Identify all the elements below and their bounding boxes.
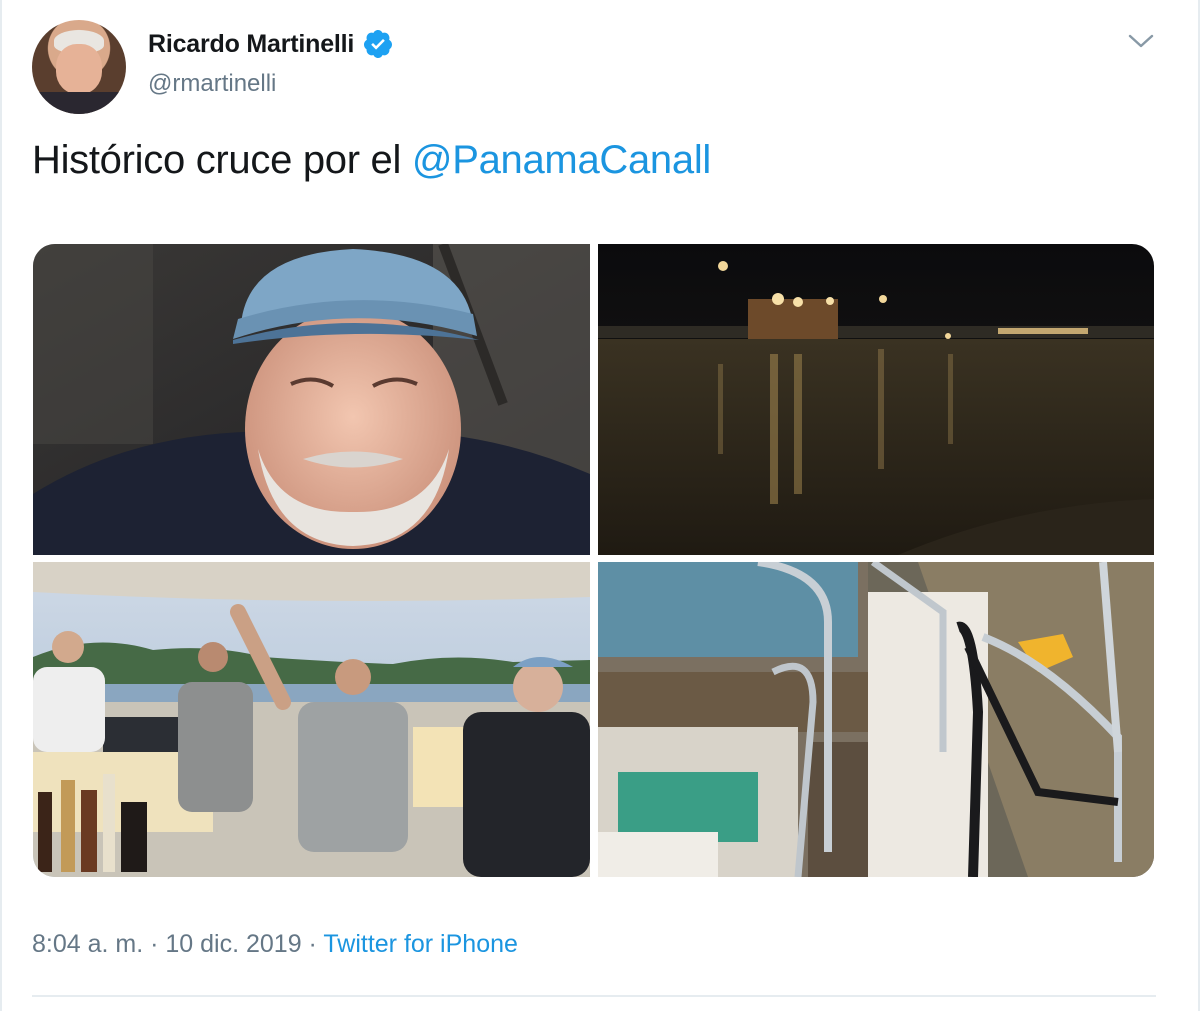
meta-separator: · xyxy=(301,930,324,958)
selfie-photo[interactable] xyxy=(33,244,590,555)
tweet-text: Histórico cruce por el @PanamaCanall xyxy=(32,138,711,183)
tweet-time[interactable]: 8:04 a. m. xyxy=(32,930,143,958)
mention-link[interactable]: @PanamaCanall xyxy=(412,138,711,182)
media-grid xyxy=(33,244,1154,877)
tweet-card: Ricardo Martinelli @rmartinelli Históric… xyxy=(0,0,1200,1011)
chevron-down-icon[interactable] xyxy=(1126,30,1156,52)
avatar[interactable] xyxy=(32,20,126,114)
verified-badge-icon xyxy=(364,30,393,58)
card-border-left xyxy=(0,0,2,1011)
yacht-deck-group-photo[interactable] xyxy=(33,562,590,877)
tweet-text-body: Histórico cruce por el xyxy=(32,138,412,182)
night-canal-photo-image xyxy=(598,244,1154,555)
tweet-source-link[interactable]: Twitter for iPhone xyxy=(323,930,518,958)
yacht-rail-photo-image xyxy=(598,562,1154,877)
author-handle[interactable]: @rmartinelli xyxy=(148,70,276,98)
author-name-row[interactable]: Ricardo Martinelli xyxy=(148,28,394,60)
meta-separator: · xyxy=(143,930,166,958)
tweet-date[interactable]: 10 dic. 2019 xyxy=(165,930,301,958)
yacht-rail-photo[interactable] xyxy=(598,562,1154,877)
night-canal-photo[interactable] xyxy=(598,244,1154,555)
author-display-name[interactable]: Ricardo Martinelli xyxy=(148,30,354,59)
selfie-photo-image xyxy=(33,244,590,555)
tweet-meta: 8:04 a. m. · 10 dic. 2019 · Twitter for … xyxy=(32,930,518,959)
yacht-deck-group-photo-image xyxy=(33,562,590,877)
divider xyxy=(32,995,1156,997)
